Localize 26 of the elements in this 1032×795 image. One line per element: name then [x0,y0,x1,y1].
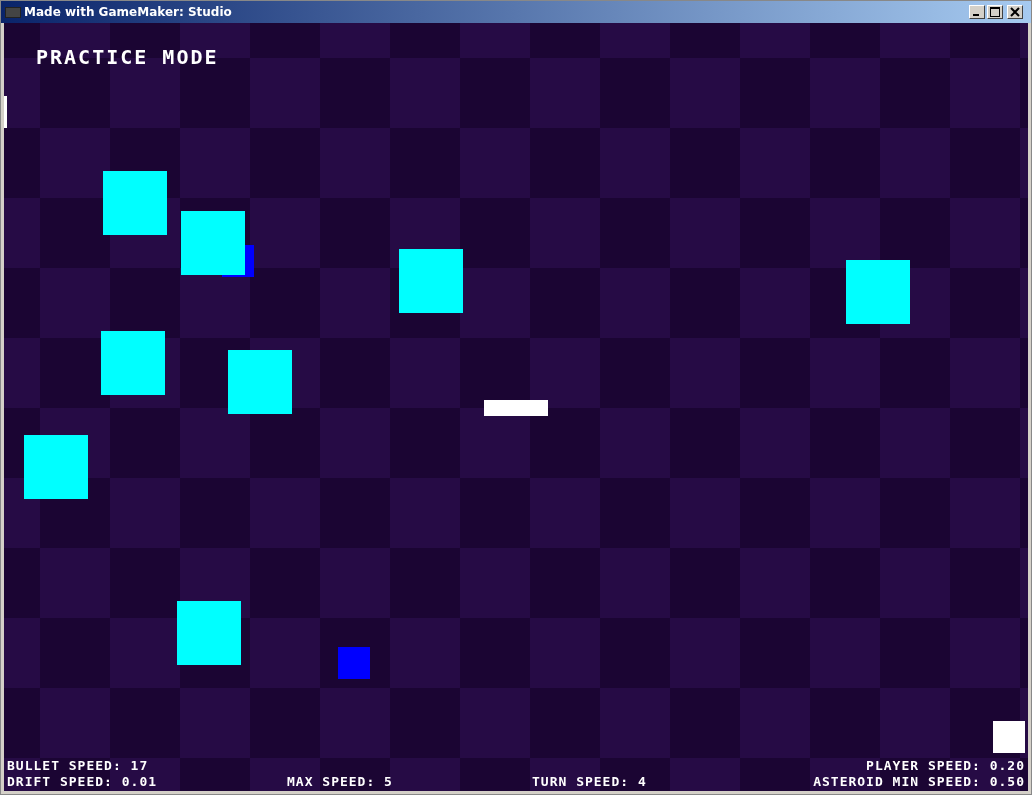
stat-label: TURN SPEED: 4 [532,774,648,790]
close-button[interactable] [1007,5,1023,19]
window-title: Made with GameMaker: Studio [24,5,233,19]
stat-label: MAX SPEED: 5 [287,774,394,790]
minimize-icon [973,14,979,16]
asteroid-square [177,601,241,665]
asteroid-square [846,260,910,324]
square-block [993,721,1025,753]
edge-marker [4,96,7,128]
stat-label: DRIFT SPEED: 0.01 [7,774,159,790]
asteroid-square [228,350,292,414]
maximize-icon [990,7,1000,17]
player-bar [484,400,548,416]
stat-label: PLAYER SPEED: 0.20 [866,758,1025,774]
stat-label: BULLET SPEED: 17 [7,758,149,774]
stat-label: ASTEROID MIN SPEED: 0.50 [813,774,1025,790]
mode-title: PRACTICE MODE [36,45,219,69]
asteroid-square [103,171,167,235]
asteroid-square [24,435,88,499]
asteroid-square [101,331,165,395]
minimize-button[interactable] [969,5,985,19]
maximize-button[interactable] [987,5,1003,19]
asteroid-square [399,249,463,313]
small-square [338,647,370,679]
app-icon [5,6,21,18]
close-icon [1010,7,1020,17]
